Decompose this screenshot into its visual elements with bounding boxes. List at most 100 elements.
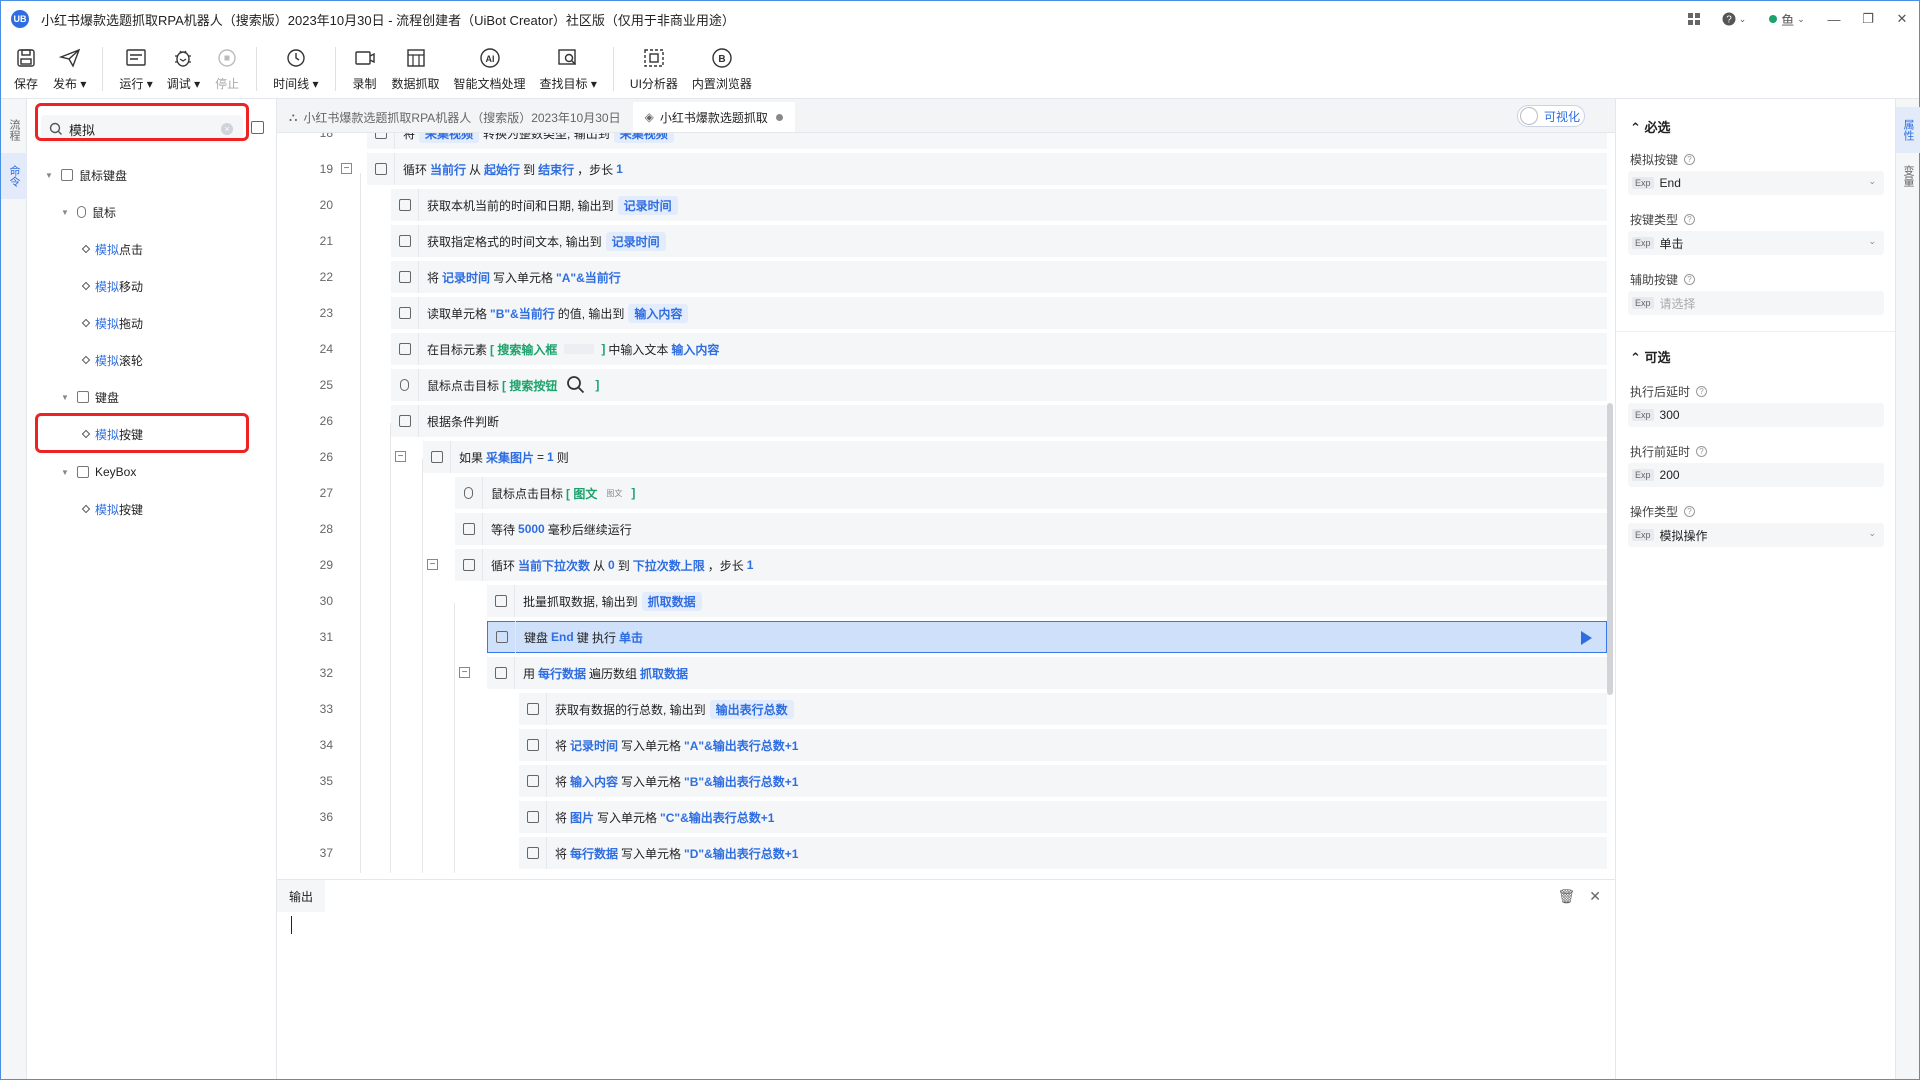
aux-key-select[interactable]: Exp 请选择 (1628, 291, 1884, 315)
statement-block[interactable]: 在目标元素[ 搜索输入框] 中输入文本 输入内容 (391, 333, 1607, 365)
code-line[interactable]: 36 将图片 写入单元格 "C"&输出表行总数+1 (277, 799, 1607, 835)
statement-block[interactable]: 鼠标点击目标[ 搜索按钮 ] (391, 369, 1607, 401)
code-line[interactable]: 27 鼠标点击目标[ 图文 图文] (277, 475, 1607, 511)
restore-icon[interactable]: ❐ (1851, 1, 1885, 37)
statement-block-selected[interactable]: 键盘 End 键 执行 单击 (487, 621, 1607, 653)
help-icon[interactable]: ? (1696, 386, 1708, 397)
tree-item-simulate-move[interactable]: 模拟 移动 (81, 274, 143, 298)
tree-node-mouse-keyboard[interactable]: ▼ 鼠标键盘 (45, 163, 127, 187)
statement-block[interactable]: 将采集视频 转换为整数类型, 输出到 采集视频 (367, 133, 1607, 149)
code-line[interactable]: 37 将每行数据 写入单元格 "D"&输出表行总数+1 (277, 835, 1607, 871)
delay-after-input[interactable]: Exp 300 (1628, 403, 1884, 427)
exp-toggle[interactable]: Exp (1632, 529, 1654, 541)
collapse-toggle[interactable]: − (341, 163, 352, 174)
run-line-icon[interactable] (1581, 631, 1592, 645)
data-capture-button[interactable]: 数据抓取 (392, 37, 440, 99)
exp-toggle[interactable]: Exp (1632, 409, 1654, 421)
apps-grid-icon[interactable] (1677, 1, 1711, 37)
code-line[interactable]: 33 获取有数据的行总数, 输出到 输出表行总数 (277, 691, 1607, 727)
delay-before-input[interactable]: Exp 200 (1628, 463, 1884, 487)
debug-button[interactable]: 调试 ▾ (167, 37, 200, 99)
exp-toggle[interactable]: Exp (1632, 237, 1654, 249)
help-icon[interactable]: ? (1684, 506, 1696, 517)
statement-block[interactable]: 鼠标点击目标[ 图文 图文] (455, 477, 1607, 509)
tree-item-keybox-simulate-key[interactable]: 模拟 按键 (81, 497, 143, 521)
collapse-toggle[interactable]: − (427, 559, 438, 570)
code-line[interactable]: 24 在目标元素[ 搜索输入框] 中输入文本 输入内容 (277, 331, 1607, 367)
code-line[interactable]: 26 根据条件判断 (277, 403, 1607, 439)
exp-toggle[interactable]: Exp (1632, 469, 1654, 481)
tab-block[interactable]: ◈ 小红书爆款选题抓取 (632, 102, 795, 132)
tree-item-simulate-wheel[interactable]: 模拟 滚轮 (81, 348, 143, 372)
statement-block[interactable]: 批量抓取数据, 输出到 抓取数据 (487, 585, 1607, 617)
code-line[interactable]: 35 将输入内容 写入单元格 "B"&输出表行总数+1 (277, 763, 1607, 799)
help-icon[interactable]: ? ⌄ (1711, 1, 1757, 37)
statement-block[interactable]: 如果 采集图片 = 1 则 (423, 441, 1607, 473)
code-line-selected[interactable]: 31 键盘 End 键 执行 单击 (277, 619, 1607, 655)
output-tab[interactable]: 输出 (277, 880, 326, 912)
optional-section-header[interactable]: ⌃ 可选 (1630, 347, 1671, 366)
statement-block[interactable]: 等待 5000 毫秒后继续运行 (455, 513, 1607, 545)
minimize-icon[interactable]: — (1817, 1, 1851, 37)
tab-flow[interactable]: 流程 (1, 107, 27, 153)
help-icon[interactable]: ? (1684, 154, 1696, 165)
code-line[interactable]: 25 鼠标点击目标[ 搜索按钮 ] (277, 367, 1607, 403)
required-section-header[interactable]: ⌃ 必选 (1630, 117, 1671, 136)
tree-node-mouse[interactable]: ▼ 鼠标键盘 鼠标 (61, 200, 116, 224)
collapse-toggle[interactable]: − (395, 451, 406, 462)
user-menu[interactable]: 鱼 ⌄ (1757, 1, 1817, 37)
ui-analyzer-button[interactable]: UI分析器 (630, 37, 678, 99)
code-line[interactable]: 18 将采集视频 转换为整数类型, 输出到 采集视频 (277, 133, 1607, 151)
statement-block[interactable]: 将每行数据 写入单元格 "D"&输出表行总数+1 (519, 837, 1607, 869)
code-line[interactable]: 32 − 用每行数据 遍历数组 抓取数据 (277, 655, 1607, 691)
tree-item-simulate-click[interactable]: 模拟 点击 (81, 237, 143, 261)
op-type-select[interactable]: Exp 模拟操作 ⌄ (1628, 523, 1884, 547)
statement-block[interactable]: 循环 当前行从起始行到结束行 ，步长 1 (367, 153, 1607, 185)
tab-properties[interactable]: 属性 (1896, 107, 1920, 153)
statement-block[interactable]: 用每行数据 遍历数组 抓取数据 (487, 657, 1607, 689)
code-line[interactable]: 22 将记录时间 写入单元格 "A"&当前行 (277, 259, 1607, 295)
timeline-button[interactable]: 时间线 ▾ (273, 37, 319, 99)
code-line[interactable]: 23 读取单元格 "B"&当前行 的值, 输出到 输入内容 (277, 295, 1607, 331)
code-line[interactable]: 34 将记录时间 写入单元格 "A"&输出表行总数+1 (277, 727, 1607, 763)
exp-toggle[interactable]: Exp (1632, 297, 1654, 309)
output-text-cursor[interactable] (291, 916, 292, 934)
code-line[interactable]: 26 − 如果 采集图片 = 1 则 (277, 439, 1607, 475)
exp-toggle[interactable]: Exp (1632, 177, 1654, 189)
statement-block[interactable]: 读取单元格 "B"&当前行 的值, 输出到 输入内容 (391, 297, 1607, 329)
code-line[interactable]: 20 获取本机当前的时间和日期, 输出到 记录时间 (277, 187, 1607, 223)
statement-block[interactable]: 将图片 写入单元格 "C"&输出表行总数+1 (519, 801, 1607, 833)
stop-button[interactable]: 停止 (214, 37, 240, 99)
tab-flowchart[interactable]: ⛬ 小红书爆款选题抓取RPA机器人（搜索版）2023年10月30日 (277, 102, 633, 132)
help-icon[interactable]: ? (1696, 446, 1708, 457)
tab-variables[interactable]: 变量 (1896, 153, 1920, 199)
simulate-key-select[interactable]: Exp End ⌄ (1628, 171, 1884, 195)
key-type-select[interactable]: Exp 单击 ⌄ (1628, 231, 1884, 255)
code-line[interactable]: 29 − 循环 当前下拉次数从 0 到下拉次数上限 ，步长 1 (277, 547, 1607, 583)
tree-item-simulate-drag[interactable]: 模拟 拖动 (81, 311, 143, 335)
help-icon[interactable]: ? (1684, 274, 1696, 285)
tab-commands[interactable]: 命令 (1, 153, 27, 199)
statement-block[interactable]: 循环 当前下拉次数从 0 到下拉次数上限 ，步长 1 (455, 549, 1607, 581)
statement-block[interactable]: 根据条件判断 (391, 405, 1607, 437)
help-icon[interactable]: ? (1684, 214, 1696, 225)
statement-block[interactable]: 将输入内容 写入单元格 "B"&输出表行总数+1 (519, 765, 1607, 797)
visualize-toggle[interactable]: 可视化 (1517, 105, 1585, 127)
statement-block[interactable]: 将记录时间 写入单元格 "A"&当前行 (391, 261, 1607, 293)
statement-block[interactable]: 获取有数据的行总数, 输出到 输出表行总数 (519, 693, 1607, 725)
publish-button[interactable]: 发布 ▾ (53, 37, 86, 99)
record-button[interactable]: 录制 (352, 37, 378, 99)
trash-icon[interactable]: 🗑 (1557, 888, 1575, 905)
statement-block[interactable]: 将记录时间 写入单元格 "A"&输出表行总数+1 (519, 729, 1607, 761)
close-icon[interactable]: ✕ (1885, 1, 1919, 37)
builtin-browser-button[interactable]: B 内置浏览器 (692, 37, 752, 99)
code-line[interactable]: 19 − 循环 当前行从起始行到结束行 ，步长 1 (277, 151, 1607, 187)
code-line[interactable]: 28 等待 5000 毫秒后继续运行 (277, 511, 1607, 547)
run-button[interactable]: 运行 ▾ (119, 37, 153, 99)
tree-node-keybox[interactable]: ▼ KeyBox (61, 460, 136, 484)
code-line[interactable]: 30 批量抓取数据, 输出到 抓取数据 (277, 583, 1607, 619)
close-icon[interactable]: ✕ (1589, 888, 1601, 905)
smart-doc-button[interactable]: AI 智能文档处理 (454, 37, 526, 99)
filter-icon[interactable] (251, 121, 264, 134)
save-button[interactable]: 保存 (13, 37, 39, 99)
